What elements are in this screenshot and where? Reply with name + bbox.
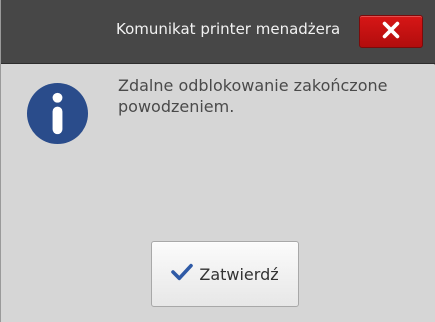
check-icon (171, 263, 194, 285)
confirm-button[interactable]: Zatwierdź (151, 241, 299, 307)
info-icon (26, 82, 89, 145)
dialog-content: Zdalne odblokowanie zakończone powodzeni… (1, 65, 435, 322)
confirm-button-label: Zatwierdź (199, 264, 279, 284)
dialog-titlebar: Komunikat printer menadżera (1, 0, 435, 64)
dialog-title: Komunikat printer menadżera (116, 20, 341, 38)
close-icon (380, 19, 402, 45)
dialog-message: Zdalne odblokowanie zakończone powodzeni… (118, 76, 388, 116)
close-button[interactable] (359, 15, 423, 48)
message-dialog: Komunikat printer menadżera Zdalne odblo… (0, 0, 435, 322)
